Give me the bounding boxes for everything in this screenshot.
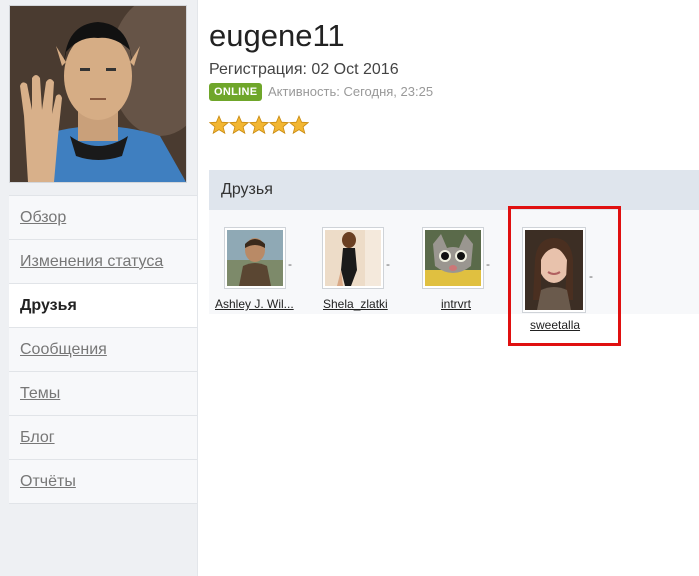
friends-list: - Ashley J. Wil... - Shela_zlatki - intr… (209, 210, 699, 332)
nav-item-status-changes[interactable]: Изменения статуса (9, 240, 197, 284)
friend-separator: - (386, 257, 390, 271)
profile-nav: Обзор Изменения статуса Друзья Сообщения… (9, 195, 197, 504)
highlight-box (508, 206, 621, 346)
star-icon (208, 114, 310, 135)
activity-text: Активность: Сегодня, 23:25 (268, 84, 434, 99)
sidebar: Обзор Изменения статуса Друзья Сообщения… (0, 0, 198, 576)
nav-item-overview[interactable]: Обзор (9, 196, 197, 240)
nav-item-reports[interactable]: Отчёты (9, 460, 197, 504)
friend-avatar-2[interactable] (322, 227, 384, 289)
friend-separator: - (486, 257, 490, 271)
friend-avatar-3[interactable] (422, 227, 484, 289)
page-title: eugene11 (209, 18, 345, 53)
rating-stars (208, 114, 310, 137)
friend-separator: - (288, 257, 292, 271)
friend-avatar-1[interactable] (224, 227, 286, 289)
friends-section-header: Друзья (209, 170, 699, 210)
friend-name-3[interactable]: intrvrt (441, 297, 471, 311)
nav-item-messages[interactable]: Сообщения (9, 328, 197, 372)
online-status-badge: ONLINE (209, 83, 263, 101)
profile-main: eugene11 Регистрация: 02 Oct 2016 ONLINE… (198, 0, 699, 576)
nav-item-blog[interactable]: Блог (9, 416, 197, 460)
registration-date: Регистрация: 02 Oct 2016 (209, 61, 399, 78)
nav-item-friends[interactable]: Друзья (9, 284, 197, 328)
friend-name-2[interactable]: Shela_zlatki (323, 297, 388, 311)
friend-name-1[interactable]: Ashley J. Wil... (215, 297, 294, 311)
profile-avatar[interactable] (9, 5, 187, 183)
nav-item-topics[interactable]: Темы (9, 372, 197, 416)
